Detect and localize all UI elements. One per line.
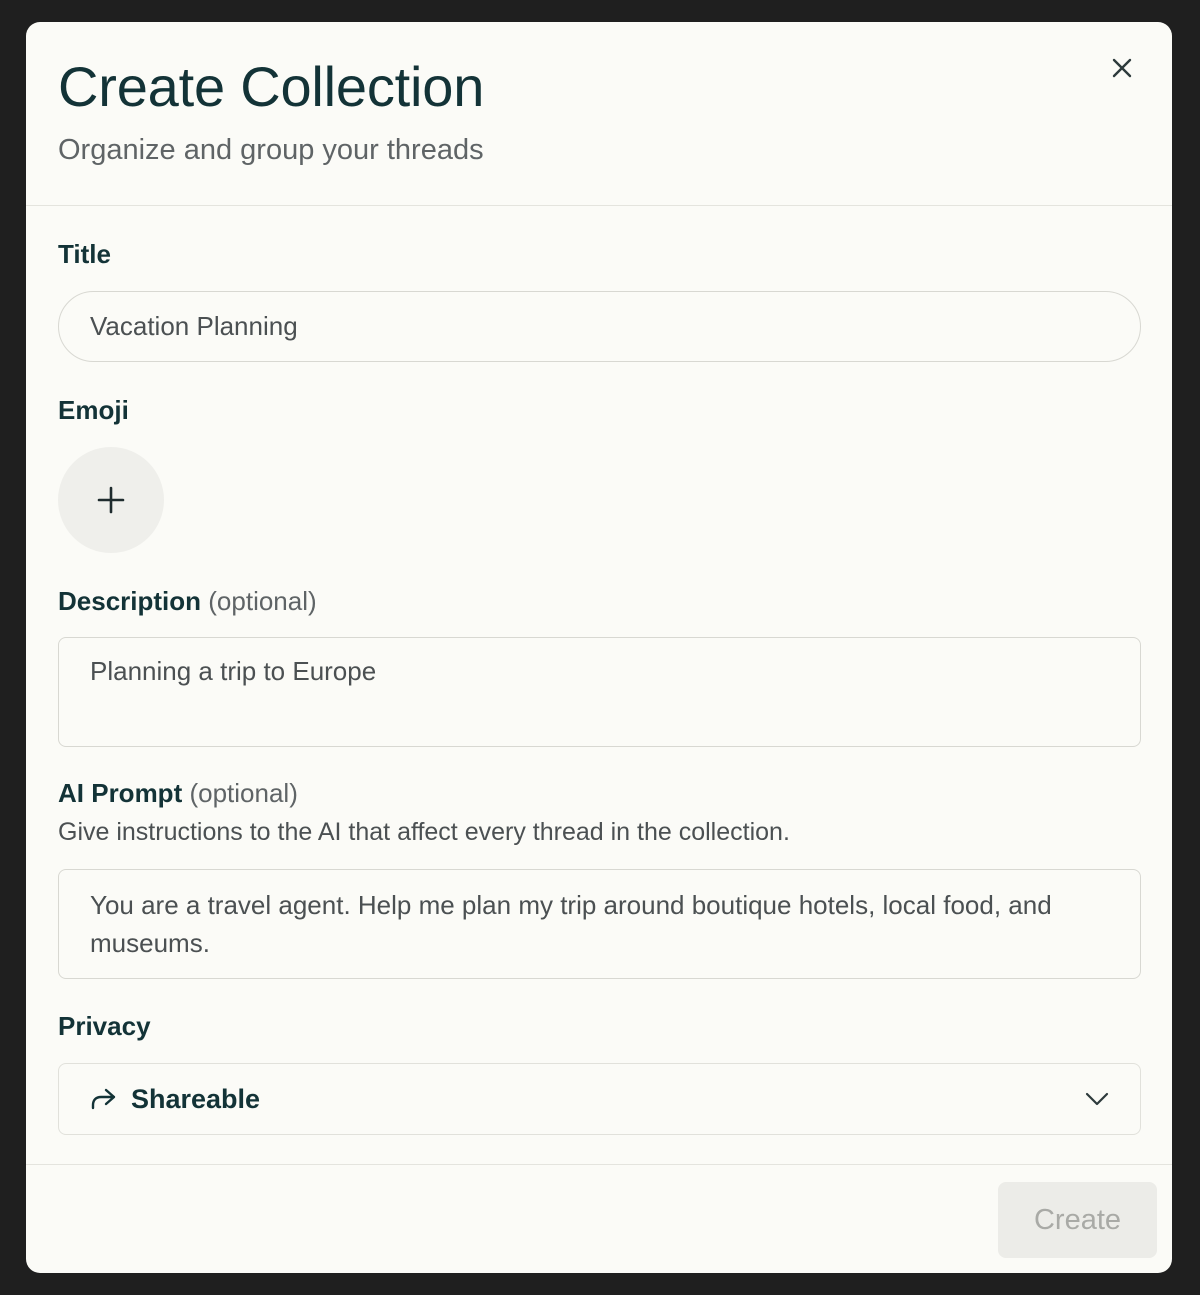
privacy-select[interactable]: Shareable — [58, 1063, 1141, 1135]
chevron-down-icon — [1085, 1092, 1109, 1106]
ai-prompt-label: AI Prompt (optional) — [58, 778, 298, 809]
ai-prompt-label-text: AI Prompt — [58, 778, 183, 808]
ai-prompt-input-value: You are a travel agent. Help me plan my … — [90, 890, 1052, 958]
description-label-text: Description — [58, 586, 202, 616]
title-input-value: Vacation Planning — [90, 311, 298, 341]
description-optional-text: (optional) — [208, 586, 317, 616]
description-input[interactable]: Planning a trip to Europe — [58, 637, 1141, 747]
emoji-label: Emoji — [58, 395, 129, 425]
close-icon — [1112, 58, 1132, 78]
ai-prompt-optional-text: (optional) — [189, 778, 298, 808]
ai-prompt-hint: Give instructions to the AI that affect … — [58, 818, 790, 846]
description-input-value: Planning a trip to Europe — [90, 656, 377, 686]
create-button[interactable]: Create — [998, 1182, 1157, 1258]
ai-prompt-input[interactable]: You are a travel agent. Help me plan my … — [58, 869, 1141, 979]
title-label: Title — [58, 239, 111, 269]
dialog-header: Create Collection Organize and group you… — [26, 22, 1172, 206]
add-emoji-button[interactable] — [58, 447, 164, 553]
share-arrow-icon — [91, 1088, 116, 1110]
privacy-select-value: Shareable — [131, 1083, 261, 1114]
dialog-subtitle: Organize and group your threads — [58, 134, 484, 166]
privacy-label: Privacy — [58, 1011, 151, 1041]
create-collection-dialog: Create Collection Organize and group you… — [26, 22, 1172, 1273]
title-input[interactable]: Vacation Planning — [58, 291, 1141, 362]
dialog-footer-divider — [26, 1164, 1172, 1165]
close-button[interactable] — [1106, 52, 1138, 84]
description-label: Description (optional) — [58, 586, 317, 617]
plus-icon — [97, 486, 125, 514]
dialog-title: Create Collection — [58, 55, 485, 118]
